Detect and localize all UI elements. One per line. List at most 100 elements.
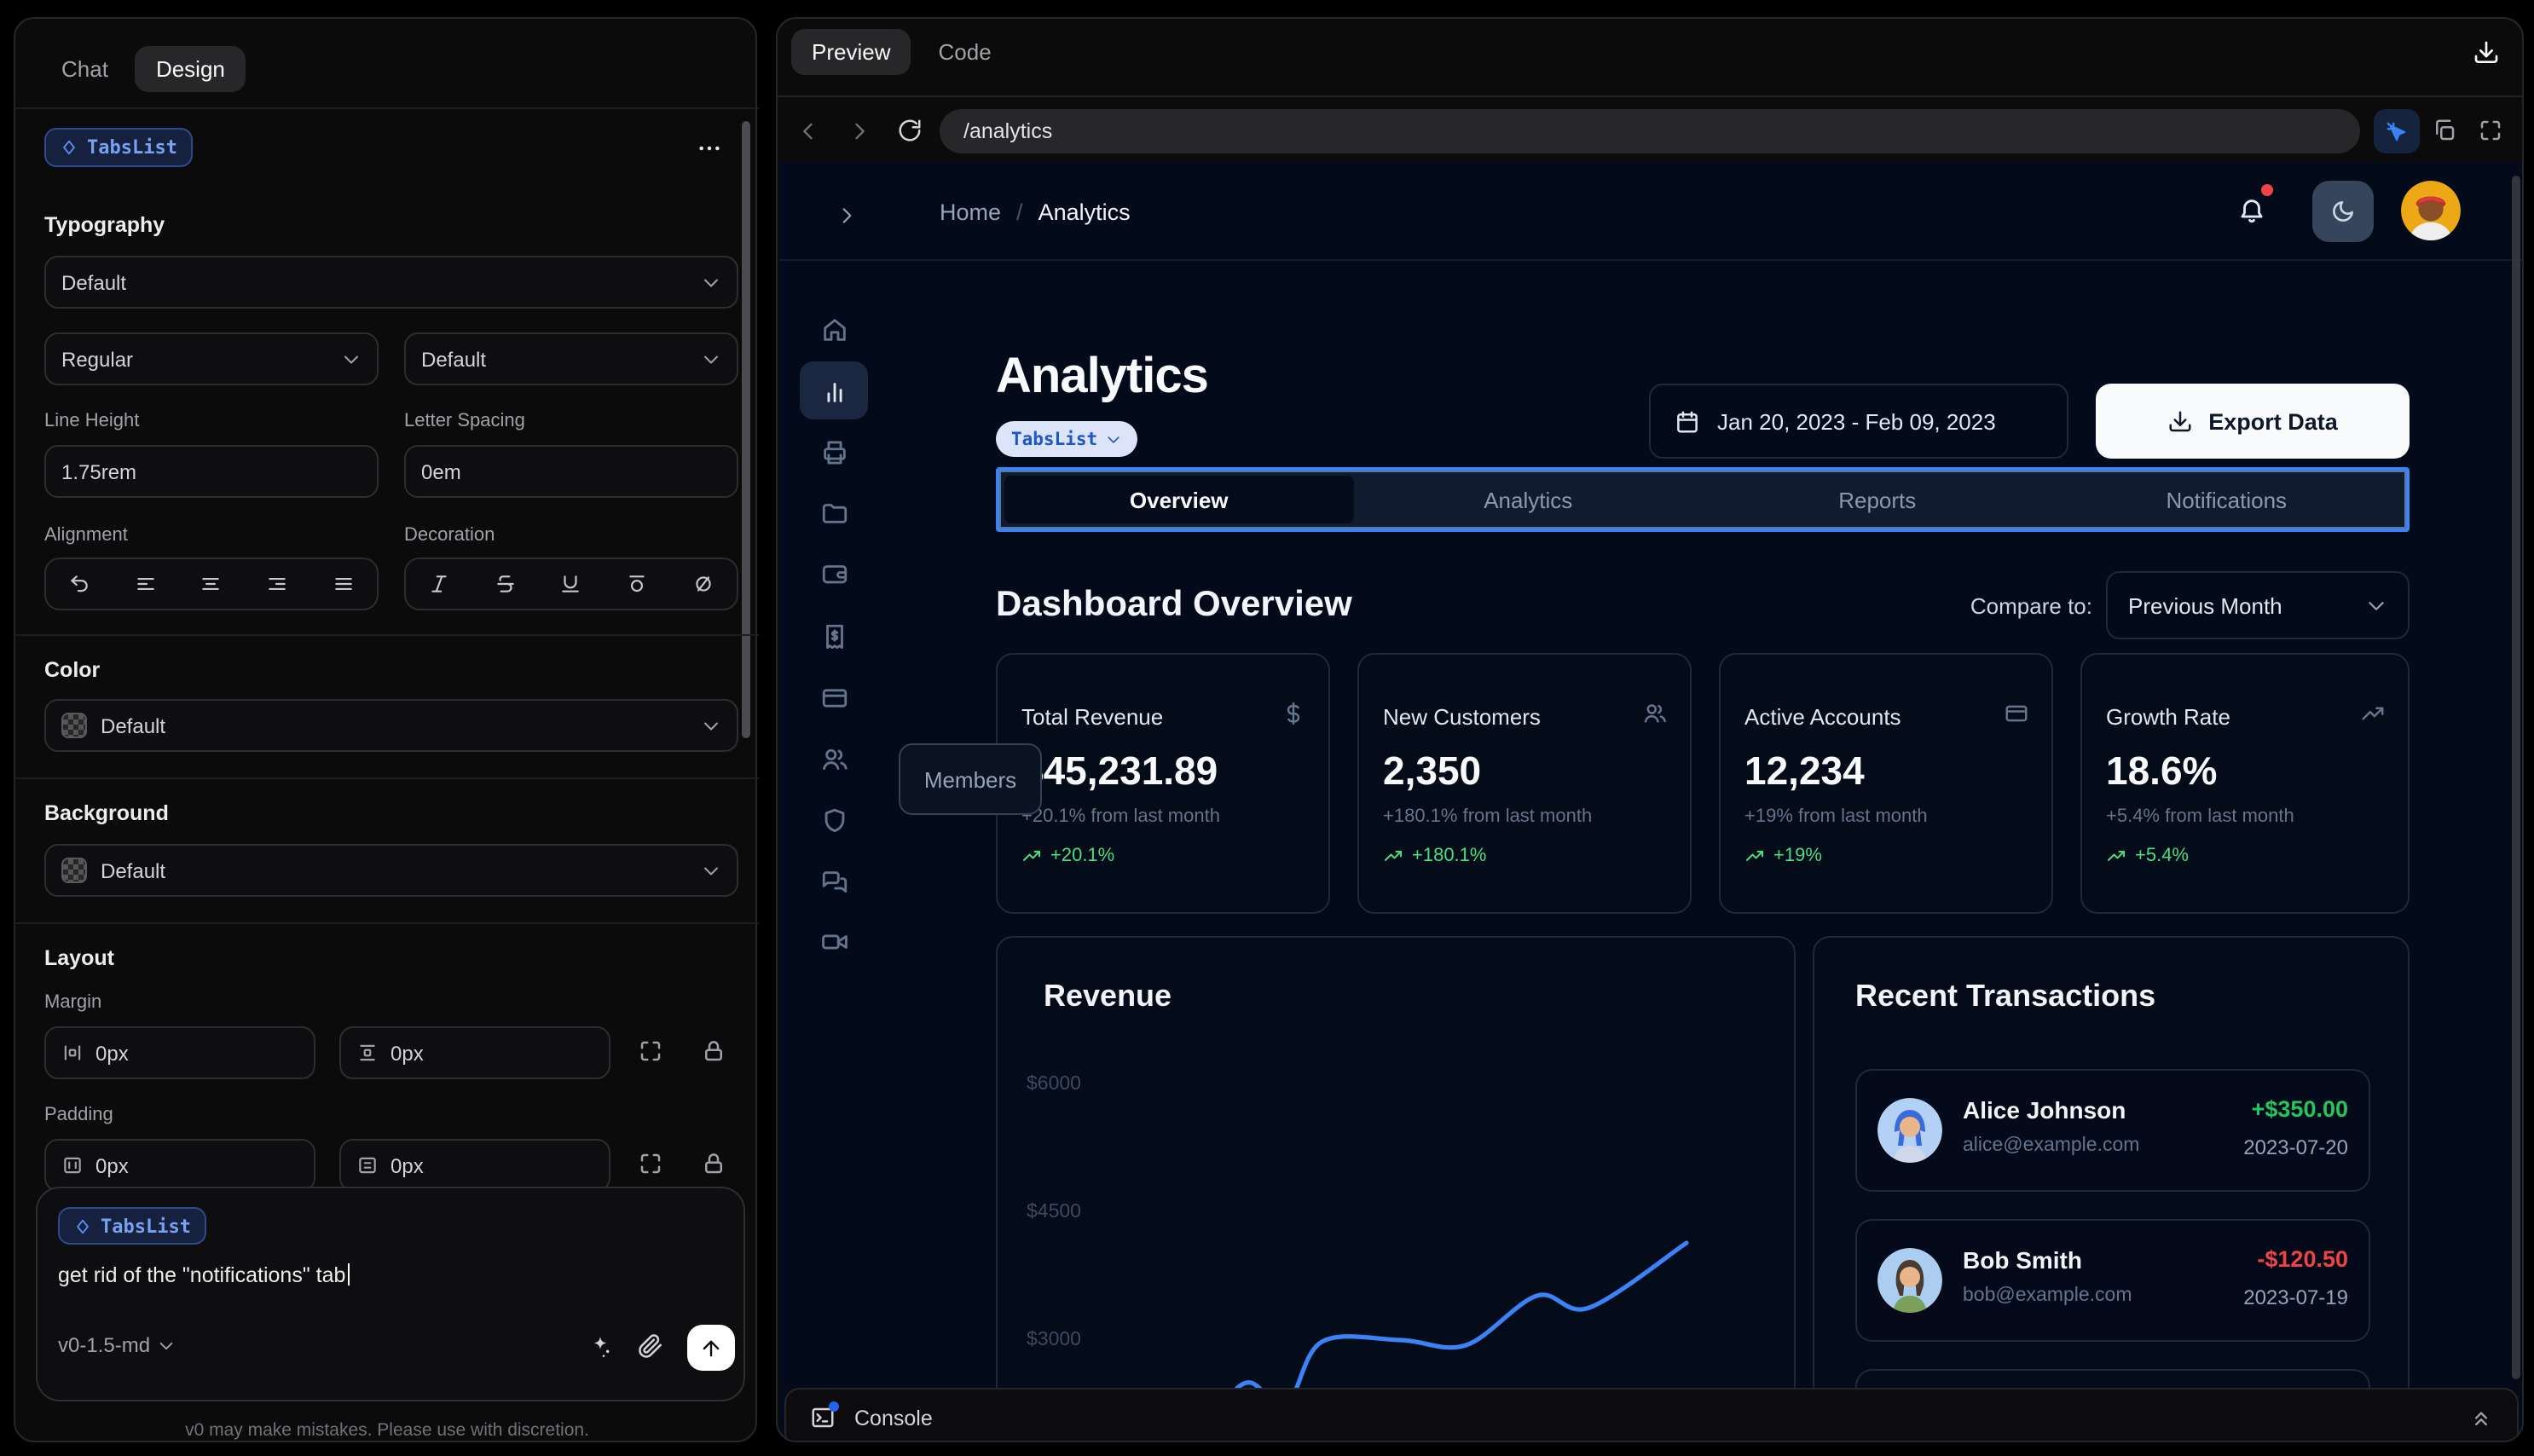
tabs-list: Overview Analytics Reports Notifications — [996, 467, 2410, 532]
url-bar[interactable]: /analytics — [940, 109, 2360, 153]
italic-icon[interactable] — [428, 573, 450, 595]
export-data-button[interactable]: Export Data — [2096, 384, 2410, 459]
tab-analytics[interactable]: Analytics — [1354, 476, 1704, 523]
transactions-card: Recent Transactions Alice Johnson alice@… — [1813, 936, 2410, 1441]
receipt-icon[interactable] — [820, 622, 849, 651]
users-icon[interactable] — [820, 745, 849, 774]
printer-icon[interactable] — [820, 438, 849, 467]
breadcrumb-current: Analytics — [1038, 199, 1131, 225]
lock-margin-icon[interactable] — [701, 1038, 726, 1064]
transaction-amount: -$120.50 — [2257, 1246, 2348, 1272]
shield-icon[interactable] — [820, 806, 849, 835]
padding-x-input[interactable]: 0px — [44, 1139, 315, 1192]
tab-code[interactable]: Code — [925, 29, 1005, 75]
expand-padding-icon[interactable] — [638, 1151, 663, 1176]
copy-icon[interactable] — [2432, 118, 2457, 143]
date-range-button[interactable]: Jan 20, 2023 - Feb 09, 2023 — [1649, 384, 2068, 459]
color-select[interactable]: Default — [44, 699, 738, 752]
align-center-icon[interactable] — [200, 573, 223, 595]
chevrons-up-icon[interactable] — [2469, 1406, 2493, 1430]
tab-notifications[interactable]: Notifications — [2052, 476, 2402, 523]
undo-icon[interactable] — [68, 573, 90, 595]
tab-chat[interactable]: Chat — [44, 45, 125, 91]
bar-chart-icon[interactable] — [820, 377, 849, 406]
inspect-mode-button[interactable] — [2374, 109, 2420, 153]
calendar-icon — [1675, 408, 1700, 434]
refresh-icon[interactable] — [897, 118, 923, 143]
arrow-up-icon — [699, 1336, 723, 1360]
tab-design[interactable]: Design — [135, 45, 246, 91]
tab-preview[interactable]: Preview — [791, 29, 911, 75]
bell-icon[interactable] — [2237, 196, 2266, 225]
ellipsis-menu-icon[interactable] — [696, 135, 723, 162]
avatar[interactable] — [2401, 181, 2461, 240]
home-icon[interactable] — [820, 315, 849, 344]
credit-card-icon[interactable] — [820, 684, 849, 713]
padding-x-icon — [61, 1154, 84, 1176]
padding-y-icon — [356, 1154, 379, 1176]
send-button[interactable] — [687, 1325, 735, 1371]
messages-icon[interactable] — [820, 868, 849, 897]
preview-scrollbar[interactable] — [2512, 176, 2520, 1379]
tab-reports[interactable]: Reports — [1703, 476, 2052, 523]
video-icon[interactable] — [820, 927, 849, 956]
chevron-down-icon — [157, 1336, 176, 1355]
margin-x-input[interactable]: 0px — [44, 1026, 315, 1079]
model-selector[interactable]: v0-1.5-md — [58, 1333, 176, 1357]
align-justify-icon[interactable] — [333, 573, 355, 595]
chat-composer[interactable]: TabsList get rid of the "notifications" … — [36, 1187, 745, 1401]
fullscreen-icon[interactable] — [2478, 118, 2503, 143]
transaction-row[interactable]: Alice Johnson alice@example.com +$350.00… — [1855, 1069, 2370, 1192]
lock-padding-icon[interactable] — [701, 1151, 726, 1176]
composer-chip[interactable]: TabsList — [58, 1207, 206, 1245]
expand-margin-icon[interactable] — [638, 1038, 663, 1064]
breadcrumb-home[interactable]: Home — [940, 199, 1001, 225]
folder-icon[interactable] — [820, 498, 849, 527]
chevron-down-icon — [701, 715, 721, 736]
transaction-date: 2023-07-19 — [2243, 1286, 2348, 1309]
url-text: /analytics — [963, 119, 1053, 143]
underline-icon[interactable] — [560, 573, 582, 595]
align-left-icon[interactable] — [134, 573, 156, 595]
dollar-icon — [1281, 701, 1306, 726]
margin-y-input[interactable]: 0px — [339, 1026, 610, 1079]
transaction-row[interactable]: Bob Smith bob@example.com -$120.50 2023-… — [1855, 1219, 2370, 1342]
overline-icon[interactable] — [627, 573, 649, 595]
font-select[interactable]: Default — [44, 256, 738, 309]
chevron-down-icon — [341, 349, 362, 369]
selected-component-chip[interactable]: TabsList — [996, 421, 1137, 457]
background-select[interactable]: Default — [44, 844, 738, 897]
font-size-select[interactable]: Default — [404, 332, 738, 385]
strikethrough-icon[interactable] — [494, 573, 516, 595]
forward-icon[interactable] — [848, 119, 871, 143]
line-height-input[interactable]: 1.75rem — [44, 445, 379, 498]
preview-tab-bar: Preview Code — [791, 29, 1005, 75]
members-tooltip: Members — [899, 743, 1042, 815]
selected-element-badge[interactable]: TabsList — [44, 128, 193, 167]
transaction-name: Bob Smith — [1963, 1246, 2082, 1274]
panel-tab-bar: Chat Design — [44, 34, 726, 102]
stat-change: +20.1% from last month — [1021, 806, 1220, 827]
layout-title: Layout — [44, 946, 114, 970]
tab-overview[interactable]: Overview — [1004, 476, 1354, 523]
sparkles-icon[interactable] — [587, 1333, 614, 1361]
download-icon[interactable] — [2473, 39, 2500, 66]
line-height-label: Line Height — [44, 411, 140, 431]
wallet-icon[interactable] — [820, 559, 849, 588]
console-label: Console — [854, 1406, 933, 1430]
no-decoration-icon[interactable] — [692, 573, 714, 595]
sidebar-toggle-icon[interactable] — [836, 205, 858, 227]
padding-y-input[interactable]: 0px — [339, 1139, 610, 1192]
compare-select[interactable]: Previous Month — [2106, 571, 2410, 639]
font-weight-select[interactable]: Regular — [44, 332, 379, 385]
composer-input[interactable]: get rid of the "notifications" tab — [58, 1263, 723, 1287]
panel-scrollbar[interactable] — [742, 121, 750, 738]
back-icon[interactable] — [796, 119, 820, 143]
console-bar[interactable]: Console — [784, 1388, 2519, 1441]
theme-toggle-button[interactable] — [2312, 181, 2374, 242]
align-right-icon[interactable] — [267, 573, 289, 595]
users-icon — [1642, 701, 1668, 726]
paperclip-icon[interactable] — [638, 1333, 663, 1359]
letter-spacing-input[interactable]: 0em — [404, 445, 738, 498]
avatar — [1877, 1098, 1942, 1163]
